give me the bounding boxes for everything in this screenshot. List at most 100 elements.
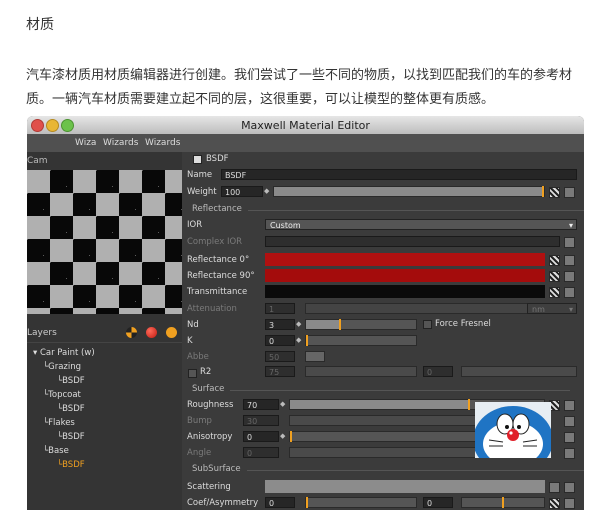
scattering-label: Scattering: [187, 482, 231, 492]
reflectance-90-map-icon[interactable]: [549, 271, 560, 282]
attenuation-slider[interactable]: [305, 303, 545, 314]
add-layer-icon[interactable]: [146, 327, 157, 338]
left-panel: Cam Layers ▾ Car Paint (w) └Grazing └BSD…: [27, 152, 182, 510]
k-spin-icon[interactable]: ◆: [296, 335, 304, 346]
asymmetry-field[interactable]: 0: [423, 497, 453, 508]
coef-slider[interactable]: [305, 497, 417, 508]
tree-item-flakes[interactable]: └Flakes: [43, 418, 75, 428]
weight-slider[interactable]: [273, 186, 545, 197]
menu-bar: Wiza Wizards Wizards: [27, 134, 584, 152]
reflectance-0-label: Reflectance 0°: [187, 255, 250, 265]
camera-label: Cam: [27, 156, 48, 166]
coef-map-toggle[interactable]: [564, 498, 575, 509]
k-field[interactable]: 0: [265, 335, 295, 346]
reflectance-0-map-toggle[interactable]: [564, 255, 575, 266]
asymmetry-slider[interactable]: [461, 497, 545, 508]
complex-ior-label: Complex IOR: [187, 237, 243, 247]
transmittance-map-toggle[interactable]: [564, 287, 575, 298]
surface-section-title: Surface: [192, 384, 576, 394]
name-label: Name: [187, 170, 213, 180]
tree-item-car-paint[interactable]: ▾ Car Paint (w): [33, 348, 95, 358]
menu-item-wizards[interactable]: Wizards: [145, 138, 180, 148]
reflectance-90-swatch[interactable]: [265, 269, 545, 282]
tree-item-base[interactable]: └Base: [43, 446, 69, 456]
menu-item-wiza[interactable]: Wiza: [75, 138, 96, 148]
name-field[interactable]: BSDF: [221, 169, 577, 180]
weight-field[interactable]: 100: [221, 186, 263, 197]
bump-field[interactable]: 30: [243, 415, 279, 426]
nd-label: Nd: [187, 320, 199, 330]
transmittance-map-icon[interactable]: [549, 287, 560, 298]
r2-slider[interactable]: [305, 366, 417, 377]
ior-label: IOR: [187, 220, 203, 230]
bsdf-enable-checkbox[interactable]: [193, 155, 202, 164]
reflectance-90-map-toggle[interactable]: [564, 271, 575, 282]
nd-field[interactable]: 3: [265, 319, 295, 330]
layers-header: Layers: [27, 324, 182, 343]
tree-item-topcoat[interactable]: └Topcoat: [43, 390, 81, 400]
cartoon-cat-image: [475, 402, 551, 458]
r2-slider-secondary[interactable]: [461, 366, 577, 377]
article-paragraph: 汽车漆材质用材质编辑器进行创建。我们尝试了一些不同的物质，以找到匹配我们的车的参…: [26, 68, 573, 107]
material-editor-window: Maxwell Material Editor Wiza Wizards Wiz…: [27, 116, 584, 510]
k-slider[interactable]: [305, 335, 417, 346]
abbe-field[interactable]: 50: [265, 351, 295, 362]
tree-item-grazing[interactable]: └Grazing: [43, 362, 81, 372]
layers-label: Layers: [27, 328, 57, 338]
cartoon-cat-icon: [475, 402, 551, 458]
r2-field[interactable]: 75: [265, 366, 295, 377]
r2-field-secondary[interactable]: 0: [423, 366, 453, 377]
force-fresnel-checkbox[interactable]: [423, 320, 432, 329]
complex-ior-field[interactable]: [265, 236, 560, 247]
roughness-field[interactable]: 70: [243, 399, 279, 410]
bump-map-toggle[interactable]: [564, 416, 575, 427]
angle-label: Angle: [187, 448, 212, 458]
subsurface-section-title: SubSurface: [192, 464, 584, 474]
coef-map-icon[interactable]: [549, 498, 560, 509]
tree-item-grazing-bsdf[interactable]: └BSDF: [57, 376, 85, 386]
attenuation-unit-dropdown[interactable]: nm: [527, 303, 577, 315]
reflectance-section-title: Reflectance: [192, 204, 584, 214]
roughness-label: Roughness: [187, 400, 234, 410]
angle-map-toggle[interactable]: [564, 448, 575, 459]
weight-spin-icon[interactable]: ◆: [264, 186, 272, 197]
scattering-map-toggle[interactable]: [564, 482, 575, 493]
menu-item-wizards-ghost[interactable]: Wizards: [103, 138, 138, 148]
coef-field[interactable]: 0: [265, 497, 295, 508]
layer-blend-icon[interactable]: [126, 327, 137, 338]
angle-field[interactable]: 0: [243, 447, 279, 458]
ior-dropdown[interactable]: Custom: [265, 219, 577, 231]
tree-item-flakes-bsdf[interactable]: └BSDF: [57, 432, 85, 442]
coef-asymmetry-label: Coef/Asymmetry: [187, 498, 259, 508]
material-preview: [27, 170, 182, 314]
reflectance-0-swatch[interactable]: [265, 253, 545, 266]
nd-slider[interactable]: [305, 319, 417, 330]
weight-map-toggle[interactable]: [564, 187, 575, 198]
tree-item-base-bsdf-selected[interactable]: └BSDF: [57, 460, 85, 470]
anisotropy-map-toggle[interactable]: [564, 432, 575, 443]
tree-item-topcoat-bsdf[interactable]: └BSDF: [57, 404, 85, 414]
reflectance-90-label: Reflectance 90°: [187, 271, 255, 281]
complex-ior-browse-icon[interactable]: [564, 237, 575, 248]
reflectance-0-map-icon[interactable]: [549, 255, 560, 266]
transmittance-swatch[interactable]: [265, 285, 545, 298]
anisotropy-label: Anisotropy: [187, 432, 233, 442]
window-title: Maxwell Material Editor: [241, 119, 370, 132]
abbe-slider[interactable]: [305, 351, 325, 362]
r2-checkbox[interactable]: [188, 369, 197, 378]
roughness-map-toggle[interactable]: [564, 400, 575, 411]
remove-layer-icon[interactable]: [166, 327, 177, 338]
weight-map-icon[interactable]: [549, 187, 560, 198]
force-fresnel-label: Force Fresnel: [435, 319, 491, 329]
r2-label: R2: [200, 367, 212, 377]
scattering-swatch[interactable]: [265, 480, 545, 493]
bump-label: Bump: [187, 416, 212, 426]
transmittance-label: Transmittance: [187, 287, 248, 297]
roughness-spin-icon[interactable]: ◆: [280, 399, 288, 410]
scattering-map-icon[interactable]: [549, 482, 560, 493]
anisotropy-field[interactable]: 0: [243, 431, 279, 442]
attenuation-field[interactable]: 1: [265, 303, 295, 314]
title-bar: Maxwell Material Editor: [27, 116, 584, 134]
nd-spin-icon[interactable]: ◆: [296, 319, 304, 330]
anisotropy-spin-icon[interactable]: ◆: [280, 431, 288, 442]
